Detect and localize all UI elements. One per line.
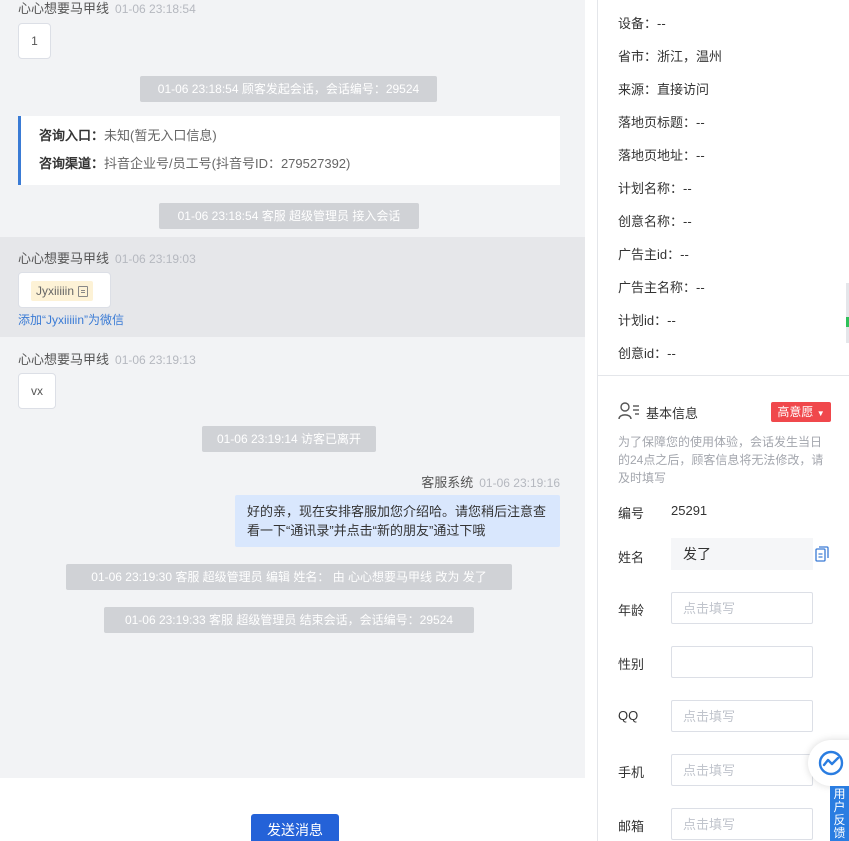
advertiser-id-row: 广告主id：-- [618, 247, 689, 262]
creative-id-row: 创意id：-- [618, 346, 676, 361]
entry-key: 咨询入口： [39, 128, 105, 143]
region-row: 省市：浙江，温州 [618, 49, 723, 64]
consult-info-card: 咨询入口：未知(暂无入口信息) 咨询渠道：抖音企业号/员工号(抖音号ID：279… [18, 116, 560, 185]
sender-name: 心心想要马甲线 [18, 251, 110, 266]
advertiser-name-row: 广告主名称：-- [618, 280, 705, 295]
wechat-card: Jyxiiiiin [18, 272, 111, 308]
plan-name-row: 计划名称：-- [618, 181, 692, 196]
message-bubble: vx [18, 373, 56, 409]
entry-value: 未知(暂无入口信息) [104, 128, 217, 143]
chat-panel: 心心想要马甲线 01-06 23:18:54 1 01-06 23:18:54 顾… [0, 0, 585, 778]
support-logo-icon [818, 750, 844, 776]
agent-message-bubble: 好的亲，现在安排客服加您介绍哈。请您稍后注意查看一下“通讯录”并点击“新的朋友”… [235, 495, 560, 547]
system-notice: 01-06 23:19:33 客服 超级管理员 结束会话，会话编号：29524 [104, 607, 474, 633]
system-notice: 01-06 23:18:54 客服 超级管理员 接入会话 [159, 203, 419, 229]
email-input[interactable] [671, 808, 813, 840]
caret-down-icon: ▼ [816, 409, 825, 418]
id-label: 编号 [618, 506, 645, 521]
copy-icon[interactable] [815, 546, 829, 562]
device-row: 设备：-- [618, 16, 666, 31]
gender-select[interactable] [671, 646, 813, 678]
copy-icon[interactable] [78, 285, 89, 297]
landing-title-row: 落地页标题：-- [618, 115, 705, 130]
add-wechat-link[interactable]: 添加“Jyxiiiiin”为微信 [18, 311, 124, 328]
age-input[interactable] [671, 592, 813, 624]
gender-label: 性别 [618, 657, 645, 672]
message-header: 心心想要马甲线 01-06 23:19:03 [18, 248, 196, 267]
phone-input[interactable] [671, 754, 813, 786]
name-label: 姓名 [618, 550, 645, 565]
message-time: 01-06 23:19:16 [479, 476, 560, 490]
landing-url-row: 落地页地址：-- [618, 148, 705, 163]
sender-name: 心心想要马甲线 [18, 1, 110, 16]
message-time: 01-06 23:19:13 [115, 353, 196, 367]
system-notice: 01-06 23:19:14 访客已离开 [202, 426, 376, 452]
system-notice: 01-06 23:18:54 顾客发起会话，会话编号：29524 [140, 76, 437, 102]
plan-id-row: 计划id：-- [618, 313, 676, 328]
age-label: 年龄 [618, 603, 645, 618]
qq-label: QQ [618, 708, 639, 723]
message-header: 心心想要马甲线 01-06 23:18:54 [18, 0, 196, 17]
customer-info-panel: 设备：-- 省市：浙江，温州 来源：直接访问 落地页标题：-- 落地页地址：--… [598, 0, 849, 841]
name-field[interactable]: 发了 [671, 538, 813, 570]
message-time: 01-06 23:18:54 [115, 2, 196, 16]
channel-key: 咨询渠道： [39, 156, 105, 171]
send-message-button[interactable]: 发送消息 [251, 814, 339, 841]
channel-value: 抖音企业号/员工号(抖音号ID：279527392) [104, 156, 351, 171]
customer-service-float-button[interactable] [808, 740, 849, 786]
qq-input[interactable] [671, 700, 813, 732]
message-header: 心心想要马甲线 01-06 23:19:13 [18, 349, 196, 368]
id-value: 25291 [671, 503, 708, 518]
agent-message-header: 客服系统 01-06 23:19:16 [421, 472, 560, 491]
section-title: 基本信息 [646, 406, 699, 421]
wechat-id: Jyxiiiiin [36, 284, 75, 298]
intent-dropdown[interactable]: 高意愿 ▼ [771, 402, 831, 422]
system-notice: 01-06 23:19:30 客服 超级管理员 编辑 姓名： 由 心心想要马甲线… [66, 564, 512, 590]
user-profile-icon [618, 402, 639, 420]
source-row: 来源：直接访问 [618, 82, 710, 97]
section-divider [598, 375, 849, 376]
phone-label: 手机 [618, 765, 645, 780]
feedback-tab[interactable]: 用户反馈 [830, 786, 849, 841]
edit-notice: 为了保障您的使用体验，会话发生当日的24点之后，顾客信息将无法修改，请及时填写 [618, 435, 824, 485]
agent-name: 客服系统 [421, 475, 474, 490]
wechat-id-tag[interactable]: Jyxiiiiin [31, 281, 94, 301]
creative-name-row: 创意名称：-- [618, 214, 692, 229]
email-label: 邮箱 [618, 819, 645, 834]
message-bubble: 1 [18, 23, 51, 59]
intent-label: 高意愿 [777, 405, 814, 419]
message-time: 01-06 23:19:03 [115, 252, 196, 266]
sender-name: 心心想要马甲线 [18, 352, 110, 367]
